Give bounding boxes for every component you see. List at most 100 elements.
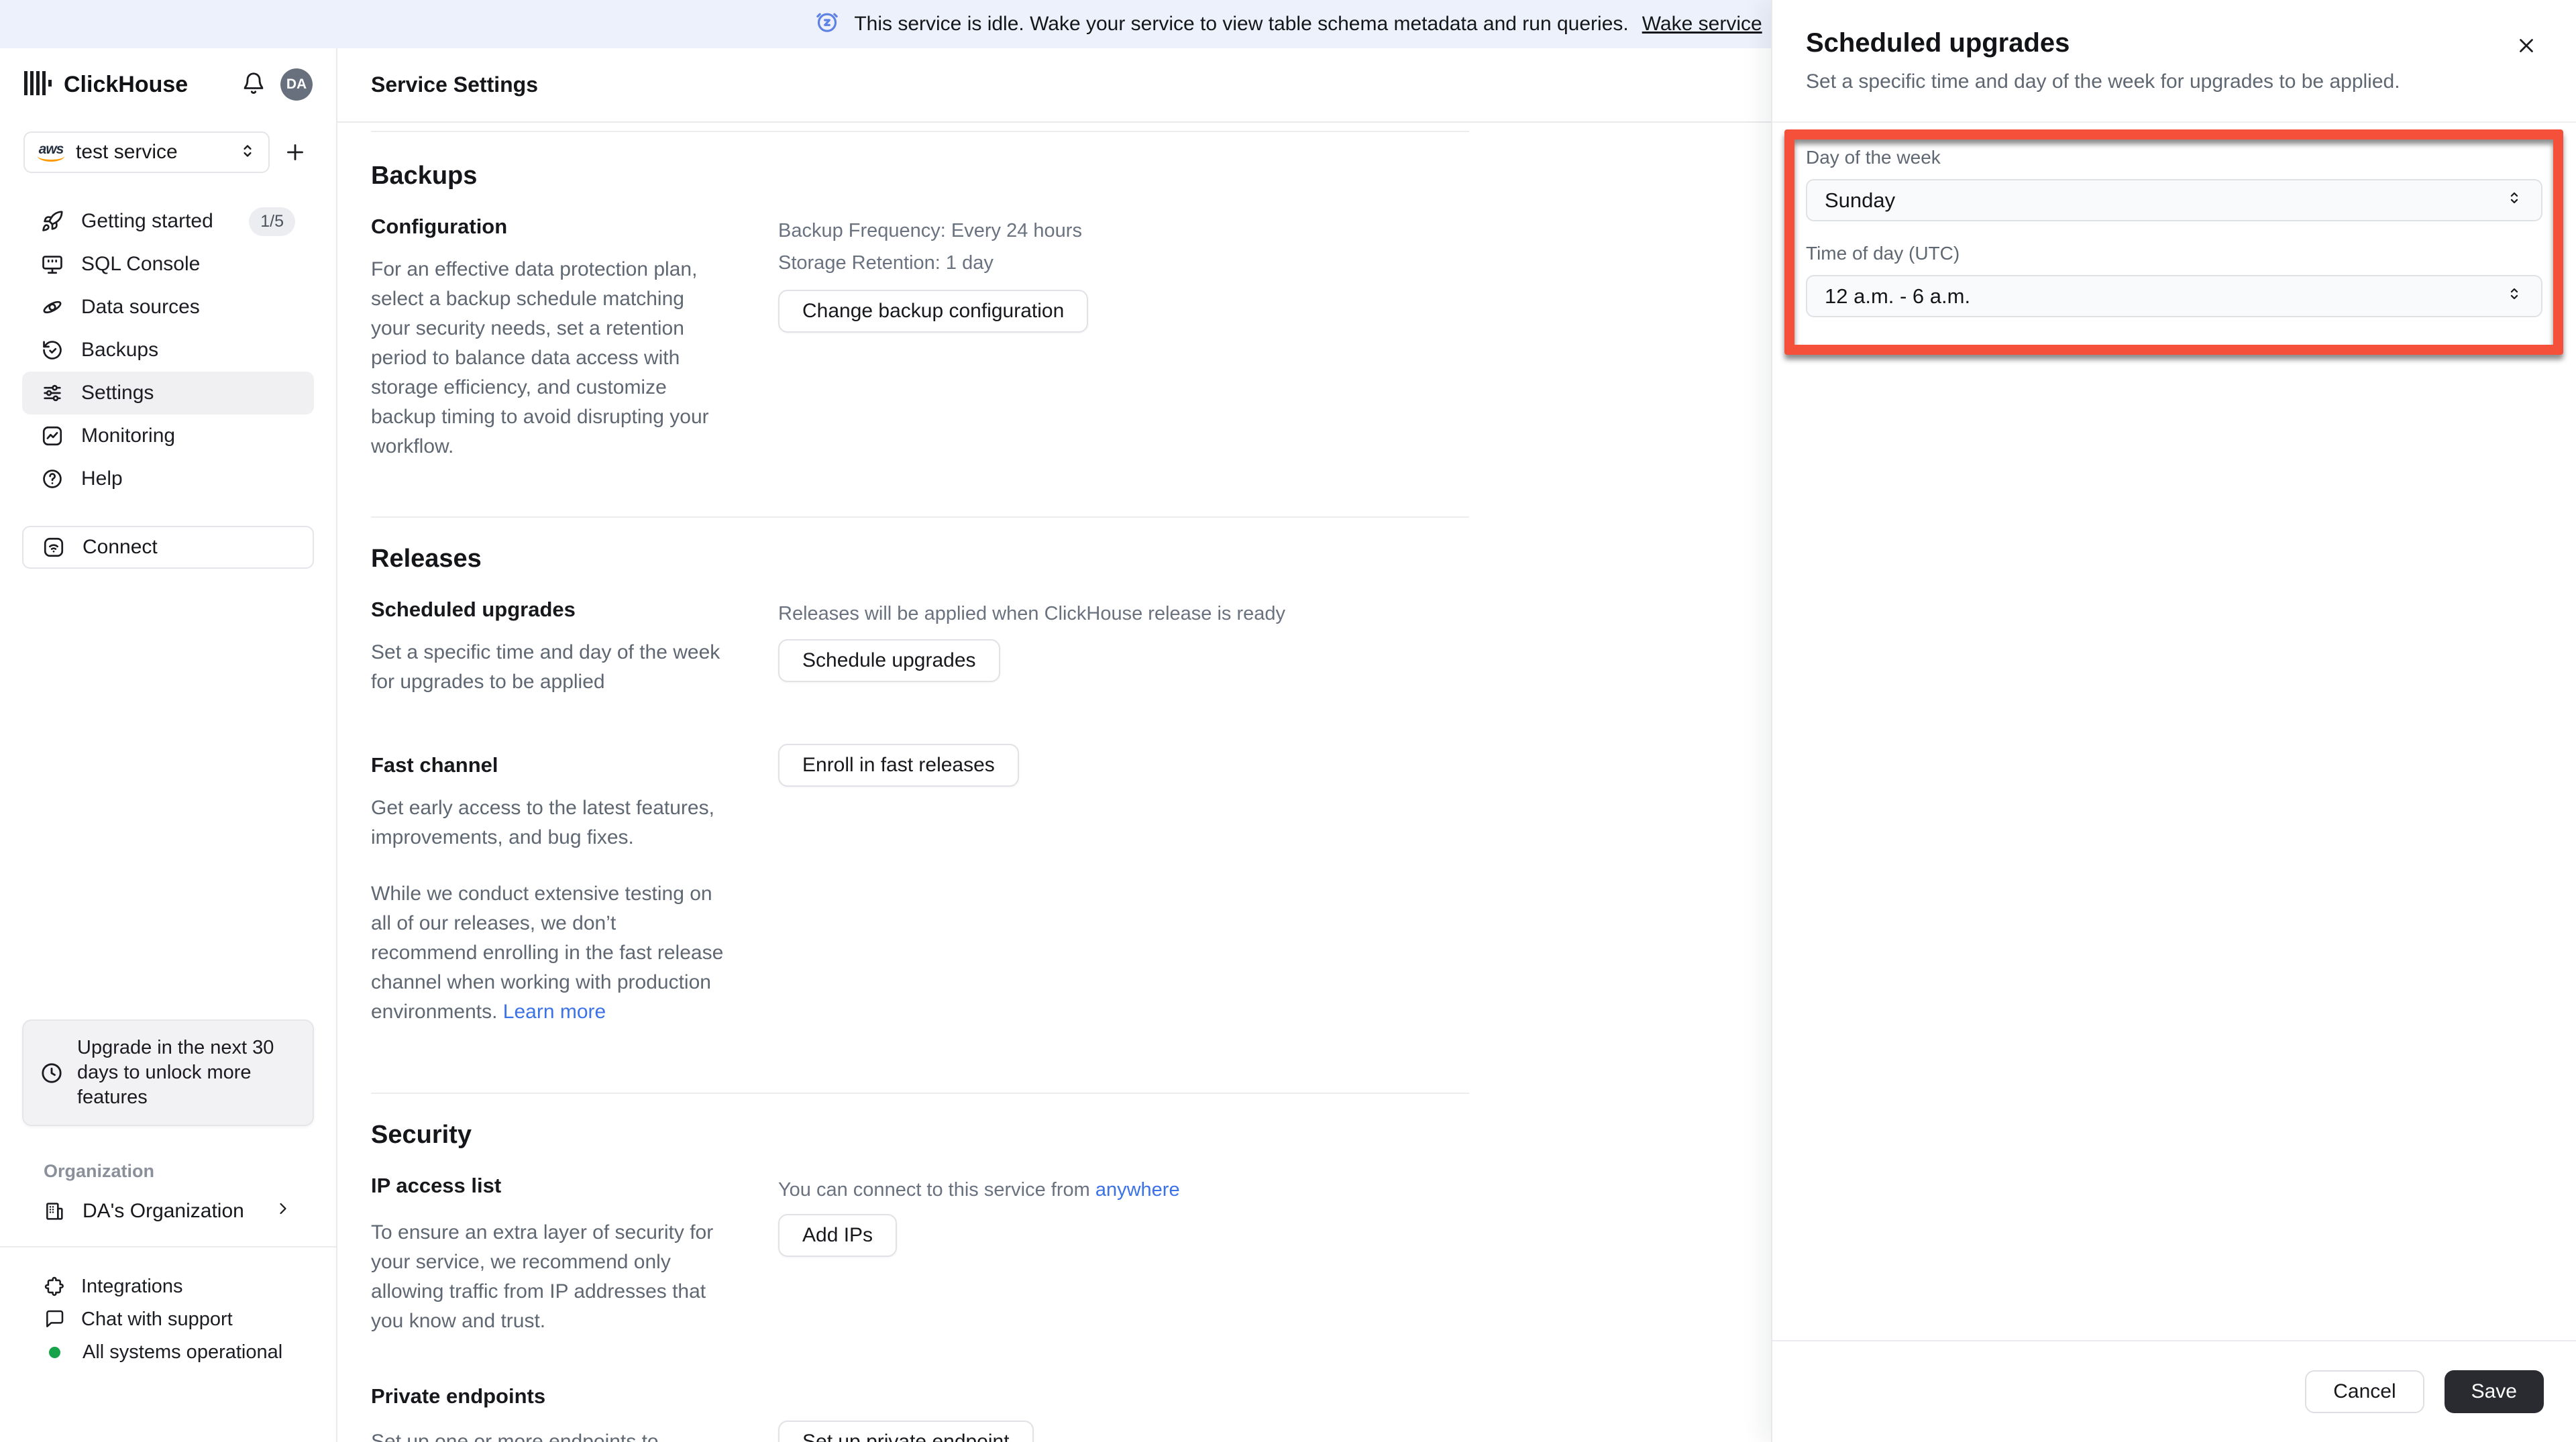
sidebar-nav: Getting started 1/5 SQL Console Data sou… xyxy=(22,200,314,500)
sidebar-item-sql-console[interactable]: SQL Console xyxy=(22,243,314,286)
private-endpoints-row: Private endpoints Set up one or more end… xyxy=(371,1384,1469,1442)
chat-icon xyxy=(46,1310,64,1327)
fast-channel-description-2: While we conduct extensive testing on al… xyxy=(371,883,724,1023)
getting-started-progress-badge: 1/5 xyxy=(249,207,295,236)
integrations-link[interactable]: Integrations xyxy=(44,1276,314,1297)
save-button[interactable]: Save xyxy=(2444,1370,2544,1413)
sidebar-bottom: Upgrade in the next 30 days to unlock mo… xyxy=(0,1019,336,1442)
sidebar-item-label: Monitoring xyxy=(81,425,176,447)
sidebar: ClickHouse DA aws test service Getting s… xyxy=(0,48,337,1442)
security-section-title: Security xyxy=(371,1121,472,1149)
sidebar-item-label: Settings xyxy=(81,382,154,404)
drawer-title: Scheduled upgrades xyxy=(1806,28,2070,58)
sidebar-item-label: Getting started xyxy=(81,210,213,232)
anywhere-link[interactable]: anywhere xyxy=(1095,1179,1180,1201)
chart-icon xyxy=(42,426,62,446)
change-backup-configuration-button[interactable]: Change backup configuration xyxy=(778,290,1089,333)
private-endpoints-description: Set up one or more endpoints to connect … xyxy=(371,1431,659,1442)
fast-channel-title: Fast channel xyxy=(371,753,498,777)
banner-message: This service is idle. Wake your service … xyxy=(854,13,1629,35)
ip-access-note: You can connect to this service from any… xyxy=(778,1179,1180,1201)
releases-section-title: Releases xyxy=(371,545,482,573)
ip-access-list-title: IP access list xyxy=(371,1174,502,1197)
add-service-button[interactable] xyxy=(278,135,313,170)
setup-private-endpoint-button[interactable]: Set up private endpoint xyxy=(778,1421,1034,1442)
upgrade-notice[interactable]: Upgrade in the next 30 days to unlock mo… xyxy=(22,1019,314,1126)
storage-retention-value: Storage Retention: 1 day xyxy=(778,252,994,274)
status-green-dot xyxy=(49,1346,60,1358)
sidebar-item-getting-started[interactable]: Getting started 1/5 xyxy=(22,200,314,243)
bell-icon[interactable] xyxy=(241,71,266,99)
page-title: Service Settings xyxy=(371,72,538,97)
console-icon xyxy=(42,256,62,274)
rocket-icon xyxy=(42,211,63,231)
learn-more-link[interactable]: Learn more xyxy=(503,1001,606,1023)
sidebar-top: ClickHouse DA xyxy=(23,67,313,102)
service-selector-row: aws test service xyxy=(23,131,313,173)
section-divider xyxy=(371,131,1469,132)
backups-section-title: Backups xyxy=(371,162,478,190)
sidebar-item-settings[interactable]: Settings xyxy=(22,372,314,414)
chevron-updown-icon xyxy=(2505,188,2524,213)
clock-icon xyxy=(42,1062,62,1083)
sliders-icon xyxy=(44,384,61,402)
scheduled-upgrades-drawer: Scheduled upgrades Set a specific time a… xyxy=(1771,0,2576,1442)
drawer-body: Day of the week Sunday Time of day (UTC)… xyxy=(1772,123,2576,317)
cancel-button[interactable]: Cancel xyxy=(2305,1370,2424,1413)
wake-service-link[interactable]: Wake service xyxy=(1642,13,1762,36)
chat-support-link[interactable]: Chat with support xyxy=(44,1309,314,1330)
sidebar-item-label: Backups xyxy=(81,339,159,361)
backup-frequency-value: Backup Frequency: Every 24 hours xyxy=(778,220,1082,241)
fast-channel-row: Fast channel Get early access to the lat… xyxy=(371,744,1469,1027)
alarm-snooze-icon xyxy=(814,8,841,40)
upgrade-notice-text: Upgrade in the next 30 days to unlock mo… xyxy=(77,1037,274,1108)
day-of-week-select[interactable]: Sunday xyxy=(1806,179,2542,221)
history-icon xyxy=(43,341,62,359)
day-of-week-value: Sunday xyxy=(1825,188,1896,212)
time-of-day-select[interactable]: 12 a.m. - 6 a.m. xyxy=(1806,275,2542,317)
scheduled-upgrades-description: Set a specific time and day of the week … xyxy=(371,641,720,693)
ip-access-list-row: IP access list To ensure an extra layer … xyxy=(371,1174,1469,1336)
puzzle-icon xyxy=(44,1276,64,1296)
brand-name: ClickHouse xyxy=(64,71,189,97)
sidebar-item-label: SQL Console xyxy=(81,253,201,275)
clickhouse-logo-icon xyxy=(23,70,54,100)
footer-item-label: All systems operational xyxy=(83,1341,283,1363)
avatar[interactable]: DA xyxy=(280,68,313,101)
enroll-fast-releases-button[interactable]: Enroll in fast releases xyxy=(778,744,1019,787)
schedule-upgrades-button[interactable]: Schedule upgrades xyxy=(778,639,1000,682)
sidebar-item-backups[interactable]: Backups xyxy=(22,329,314,372)
backup-configuration-row: Configuration For an effective data prot… xyxy=(371,215,1469,461)
service-selector[interactable]: aws test service xyxy=(23,131,270,173)
system-status-link[interactable]: All systems operational xyxy=(44,1341,314,1363)
scheduled-upgrades-row: Scheduled upgrades Set a specific time a… xyxy=(371,598,1469,697)
chevron-updown-icon xyxy=(2505,284,2524,309)
chevron-right-icon xyxy=(274,1199,292,1223)
sidebar-item-help[interactable]: Help xyxy=(22,457,314,500)
private-endpoints-title: Private endpoints xyxy=(371,1384,546,1408)
sidebar-item-data-sources[interactable]: Data sources xyxy=(22,286,314,329)
add-ips-button[interactable]: Add IPs xyxy=(778,1214,898,1257)
sidebar-item-monitoring[interactable]: Monitoring xyxy=(22,414,314,457)
time-of-day-label: Time of day (UTC) xyxy=(1806,243,1960,264)
section-divider xyxy=(371,516,1469,518)
drawer-header: Scheduled upgrades Set a specific time a… xyxy=(1772,0,2576,123)
close-icon[interactable] xyxy=(2512,31,2541,60)
organization-switcher[interactable]: DA's Organization xyxy=(22,1191,314,1231)
ip-access-list-description: To ensure an extra layer of security for… xyxy=(371,1221,714,1332)
organization-label: Organization xyxy=(44,1161,155,1181)
drawer-subtitle: Set a specific time and day of the week … xyxy=(1806,70,2400,93)
sidebar-item-label: Data sources xyxy=(81,296,200,318)
day-of-week-label: Day of the week xyxy=(1806,147,1941,168)
main-content: Service Settings Backups Configuration F… xyxy=(337,48,1771,1442)
chevron-updown-icon xyxy=(237,141,258,164)
configuration-title: Configuration xyxy=(371,215,508,238)
help-icon xyxy=(43,469,62,488)
page-header: Service Settings xyxy=(337,48,1771,123)
aws-logo-icon: aws xyxy=(36,142,66,162)
configuration-description: For an effective data protection plan, s… xyxy=(371,258,709,457)
time-of-day-value: 12 a.m. - 6 a.m. xyxy=(1825,284,1971,308)
releases-note: Releases will be applied when ClickHouse… xyxy=(778,603,1285,624)
connect-button[interactable]: Connect xyxy=(22,526,314,569)
settings-content: Backups Configuration For an effective d… xyxy=(337,131,1771,1442)
